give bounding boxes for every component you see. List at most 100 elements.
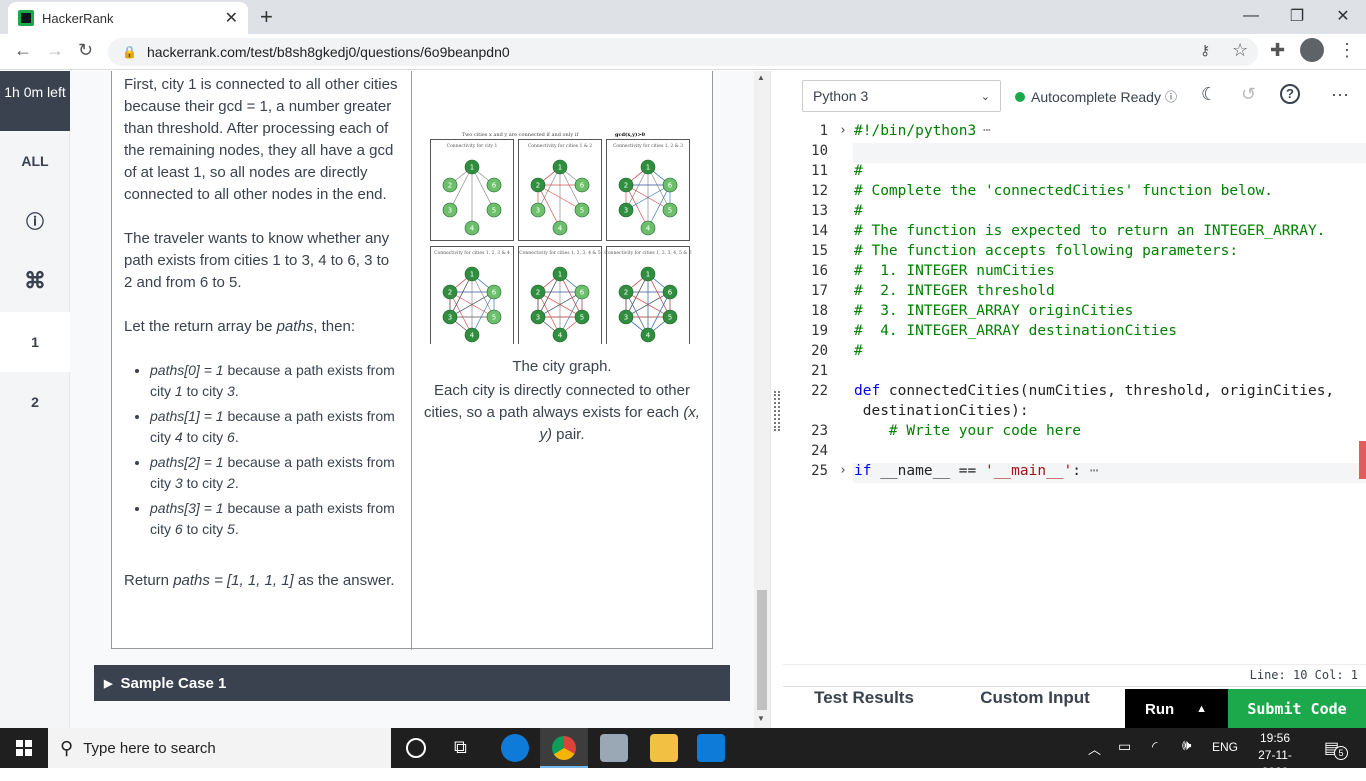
figure-column: Two cities x and y are connected if and … bbox=[412, 71, 712, 650]
editor-toolbar: Python 3 ⌄ Autocomplete Ready ⓘ ☾ ↺ ? ··· bbox=[783, 71, 1366, 121]
bookmark-star-icon[interactable]: ☆ bbox=[1232, 40, 1248, 61]
panel-title: Connectivity for cities 1, 2, 3 & 4 bbox=[434, 250, 510, 256]
pane-splitter-handle[interactable] bbox=[770, 71, 783, 728]
problem-scrollbar-thumb[interactable] bbox=[757, 590, 767, 710]
network-icon[interactable]: ◜ bbox=[1152, 738, 1157, 755]
mail-icon[interactable] bbox=[697, 734, 725, 762]
more-options-icon[interactable]: ··· bbox=[1331, 84, 1349, 105]
help-icon[interactable]: ? bbox=[1280, 84, 1300, 104]
line-number: 14 bbox=[811, 223, 828, 239]
code-area[interactable]: 1 #!/bin/python3 10 11 #12 # Complete the 'co… bbox=[783, 123, 1366, 663]
extensions-icon[interactable]: ✚ bbox=[1270, 40, 1285, 61]
history-icon[interactable]: ↺ bbox=[1241, 84, 1256, 105]
code-line: # bbox=[854, 343, 863, 359]
explanation-paragraph-3: Let the return array be paths, then: bbox=[124, 318, 355, 335]
code-line: if __name__ == '__main__': ⋯ bbox=[854, 463, 1099, 479]
cortana-icon[interactable] bbox=[406, 738, 426, 758]
task-view-icon[interactable]: ⧉ bbox=[454, 737, 467, 758]
tab-test-results[interactable]: Test Results bbox=[804, 687, 924, 709]
minimize-icon[interactable]: — bbox=[1228, 0, 1274, 32]
rail-item-question-1[interactable]: 1 bbox=[0, 312, 70, 372]
chrome-taskbar-item[interactable] bbox=[540, 728, 588, 768]
panel-title: Connectivity for cities 1 & 2 bbox=[528, 143, 592, 149]
edge-browser-icon[interactable] bbox=[501, 734, 529, 762]
tab-custom-input[interactable]: Custom Input bbox=[975, 687, 1095, 709]
back-icon[interactable]: ← bbox=[14, 40, 32, 61]
language-select[interactable]: Python 3 ⌄ bbox=[802, 80, 1001, 112]
dark-mode-moon-icon[interactable]: ☾ bbox=[1201, 84, 1217, 105]
line-number: 16 bbox=[811, 263, 828, 279]
line-number: 15 bbox=[811, 243, 828, 259]
city-node-label: 4 bbox=[558, 332, 563, 340]
browser-tab-bar: HackerRank ✕ + — ❐ ✕ bbox=[0, 0, 1366, 34]
explanation-card: First, city 1 is connected to all other … bbox=[111, 71, 713, 650]
chevron-down-icon: ⌄ bbox=[980, 90, 990, 103]
volume-icon[interactable]: 🕪 bbox=[1182, 737, 1191, 754]
scroll-up-icon[interactable]: ▲ bbox=[757, 73, 765, 82]
key-icon[interactable]: ⚷ bbox=[1200, 42, 1210, 59]
url-field[interactable]: 🔒 hackerrank.com/test/b8sh8gkedj0/questi… bbox=[108, 38, 1258, 66]
panel-title: Connectivity for cities 1, 2, 3, 4, 5 & … bbox=[604, 250, 691, 256]
city-node-label: 1 bbox=[646, 164, 650, 172]
city-node-label: 2 bbox=[536, 289, 540, 297]
graph-panel: Connectivity for city 1 1 2 6 3 5 4 bbox=[430, 139, 514, 241]
autocomplete-status[interactable]: Autocomplete Ready ⓘ bbox=[1015, 88, 1177, 105]
restore-icon[interactable]: ❐ bbox=[1274, 0, 1320, 32]
city-node-label: 4 bbox=[470, 332, 475, 340]
app-icon[interactable] bbox=[600, 734, 628, 762]
scroll-down-icon[interactable]: ▼ bbox=[757, 714, 765, 723]
graph-panel: Connectivity for cities 1, 2 & 3 1 2 6 3 5 4 bbox=[606, 139, 690, 241]
city-node-label: 6 bbox=[580, 289, 585, 297]
fold-chevron-icon[interactable]: › bbox=[839, 463, 847, 478]
chrome-icon bbox=[552, 736, 576, 760]
code-line: # 2. INTEGER threshold bbox=[854, 283, 1055, 299]
reload-icon[interactable]: ↻ bbox=[78, 40, 93, 61]
code-line: # bbox=[854, 163, 863, 179]
figure-caption-body: Each city is directly connected to other… bbox=[424, 382, 700, 443]
sample-case-label: Sample Case 1 bbox=[120, 674, 227, 692]
city-node-label: 1 bbox=[558, 271, 562, 279]
language-value: Python 3 bbox=[813, 88, 869, 104]
profile-avatar-icon[interactable] bbox=[1300, 38, 1324, 62]
city-node-label: 4 bbox=[558, 225, 563, 233]
city-node-label: 5 bbox=[492, 207, 496, 215]
city-node-label: 3 bbox=[624, 314, 628, 322]
input-language[interactable]: ENG bbox=[1212, 740, 1238, 754]
close-tab-icon[interactable]: ✕ bbox=[225, 8, 238, 28]
submit-code-button[interactable]: Submit Code bbox=[1228, 689, 1366, 729]
rail-item-all[interactable]: ALL bbox=[0, 131, 70, 191]
tab-title: HackerRank bbox=[42, 10, 114, 26]
explanation-paragraph-1: First, city 1 is connected to all other … bbox=[124, 76, 398, 203]
caret-up-icon[interactable]: ▲ bbox=[1196, 703, 1207, 715]
search-icon: ⚲ bbox=[60, 737, 74, 758]
system-clock[interactable]: 19:56 27-11-2020 bbox=[1245, 730, 1305, 781]
city-node-label: 2 bbox=[448, 182, 452, 190]
line-number: 1 bbox=[819, 123, 828, 139]
city-node-label: 1 bbox=[558, 164, 562, 172]
city-node-label: 6 bbox=[580, 182, 585, 190]
address-bar-row: ← → ↻ 🔒 hackerrank.com/test/b8sh8gkedj0/… bbox=[0, 34, 1366, 70]
folded-ellipsis-icon[interactable]: ⋯ bbox=[983, 123, 991, 138]
sample-case-1-toggle[interactable]: ▶ Sample Case 1 bbox=[94, 665, 730, 701]
show-hidden-icons-chevron-icon[interactable]: ︿ bbox=[1088, 739, 1101, 758]
browser-tab[interactable]: HackerRank ✕ bbox=[8, 2, 248, 34]
shortcuts-command-icon[interactable]: ⌘ bbox=[0, 251, 70, 311]
more-menu-icon[interactable]: ⋮ bbox=[1338, 40, 1356, 61]
notification-count-badge: 5 bbox=[1334, 746, 1348, 760]
graph-panel: Connectivity for cities 1, 2, 3 & 4 1 2 6 3 5… bbox=[430, 246, 514, 344]
close-window-icon[interactable]: ✕ bbox=[1320, 0, 1366, 32]
battery-icon[interactable]: ▭ bbox=[1118, 738, 1131, 755]
line-number: 19 bbox=[811, 323, 828, 339]
rail-item-question-2[interactable]: 2 bbox=[0, 372, 70, 432]
fold-chevron-icon[interactable]: › bbox=[839, 123, 847, 138]
file-explorer-icon[interactable] bbox=[650, 734, 678, 762]
city-graph-figure: Two cities x and y are connected if and … bbox=[430, 131, 692, 344]
new-tab-button[interactable]: + bbox=[260, 4, 273, 30]
run-button[interactable]: Run ▲ bbox=[1125, 689, 1228, 729]
explanation-paragraph-2: The traveler wants to know whether any p… bbox=[124, 230, 390, 291]
forward-icon[interactable]: → bbox=[46, 40, 64, 61]
info-icon[interactable]: ⓘ bbox=[0, 191, 70, 251]
windows-start-icon[interactable] bbox=[16, 740, 32, 756]
taskbar-search[interactable]: ⚲ Type here to search bbox=[48, 728, 391, 768]
url-text: hackerrank.com/test/b8sh8gkedj0/question… bbox=[146, 44, 510, 60]
